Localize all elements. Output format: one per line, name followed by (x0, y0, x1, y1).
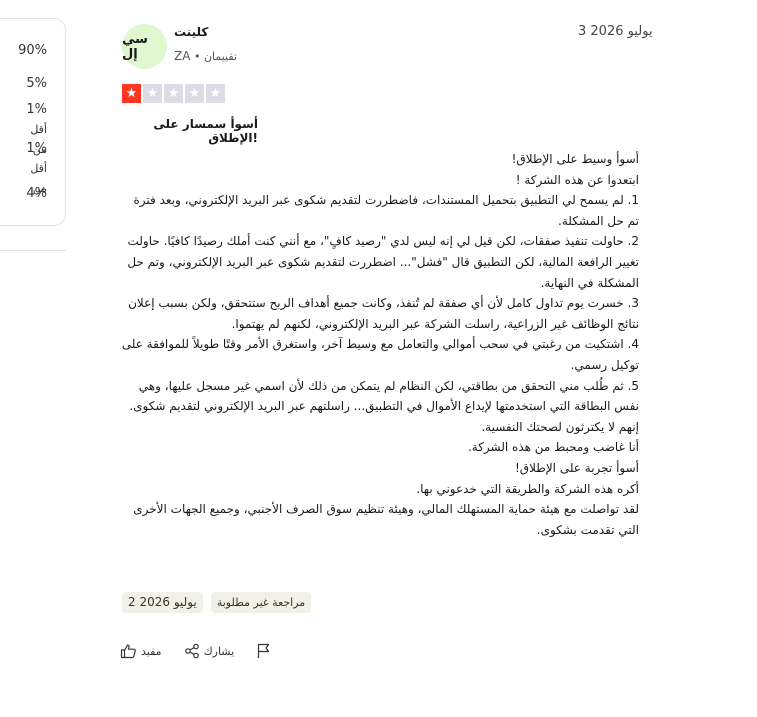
share-icon (184, 643, 200, 659)
reviewer-country: ZA (174, 49, 191, 63)
report-button[interactable] (256, 643, 271, 659)
flag-icon (256, 643, 271, 659)
share-button[interactable]: يشارك (184, 643, 235, 659)
percent-value: 4% (26, 186, 47, 201)
unsolicited-review-tag[interactable]: مراجعة غير مطلوبة (210, 592, 312, 613)
review-line: إنهم لا يكترثون لصحتك النفسية. (481, 419, 639, 434)
percent-value: 90% (18, 43, 47, 58)
star-rating: ★ ★ ★ ★ ★ (122, 84, 225, 103)
review-actions: مفيد يشارك (120, 643, 271, 659)
review-line: 3. خسرت يوم تداول كامل لأن أي صفقة لم تُ… (128, 296, 639, 331)
review-line: أسوأ وسيط على الإطلاق! (511, 152, 639, 166)
avatar-initials: سي إل (122, 31, 148, 62)
review-date: 3 يوليو 2026 (578, 24, 653, 39)
review-body: أسوأ وسيط على الإطلاق! ابتعدوا عن هذه ال… (119, 149, 639, 540)
thumbs-up-icon (120, 643, 137, 659)
star-icon: ★ (164, 84, 183, 103)
rating-percent-4-star[interactable]: 5% (26, 76, 47, 91)
review-line: لقد تواصلت مع هيئة حماية المستهلك المالي… (133, 502, 639, 537)
reviewer-name[interactable]: كلينت (174, 25, 208, 39)
divider (0, 250, 66, 251)
percent-qualifier: أقل (30, 162, 47, 175)
meta-separator: • (193, 50, 201, 63)
rating-percent-1-star[interactable]: 4% (26, 186, 47, 201)
review-line: أكره هذه الشركة والطريقة التي خدعوني بها… (416, 481, 639, 496)
percent-value: 1% (26, 102, 47, 117)
percent-qualifier: أقل (30, 123, 47, 136)
percent-value: 1% (26, 141, 47, 156)
review-line: ابتعدوا عن هذه الشركة ! (515, 172, 639, 187)
avatar[interactable]: سي إل (122, 24, 167, 69)
reviewer-review-count: تقييمان (203, 50, 237, 63)
review-line: 1. لم يسمح لي التطبيق بتحميل المستندات، … (133, 193, 639, 228)
reviewer-meta: ZA • تقييمان (174, 49, 237, 63)
review-tags: 2 يوليو 2026 مراجعة غير مطلوبة (122, 592, 312, 613)
review-line: 5. ثم طُلب مني التحقق من بطاقتي، لكن الن… (129, 378, 639, 414)
useful-label: مفيد (141, 644, 162, 658)
star-icon: ★ (122, 84, 141, 103)
review-title[interactable]: أسوأ سمسار على الإطلاق! (122, 117, 258, 145)
star-icon: ★ (206, 84, 225, 103)
review-line: أنا غاضب ومحبط من هذه الشركة. (467, 440, 639, 455)
star-icon: ★ (185, 84, 204, 103)
useful-button[interactable]: مفيد (120, 643, 162, 659)
review-line: 4. اشتكيت من رغبتي في سحب أموالي والتعام… (121, 337, 639, 372)
experience-date-tag: 2 يوليو 2026 (122, 592, 203, 613)
rating-percent-5-star[interactable]: 90% (18, 43, 47, 58)
review-line: أسوأ تجربة على الإطلاق! (515, 460, 639, 475)
rating-distribution-panel: 90% 5% 1% أقل من 1% أقل من 4% (0, 18, 66, 226)
share-label: يشارك (203, 644, 235, 658)
percent-value: 5% (26, 76, 47, 91)
review-line: 2. حاولت تنفيذ صفقات، لكن قيل لي إنه ليس… (127, 234, 639, 290)
star-icon: ★ (143, 84, 162, 103)
